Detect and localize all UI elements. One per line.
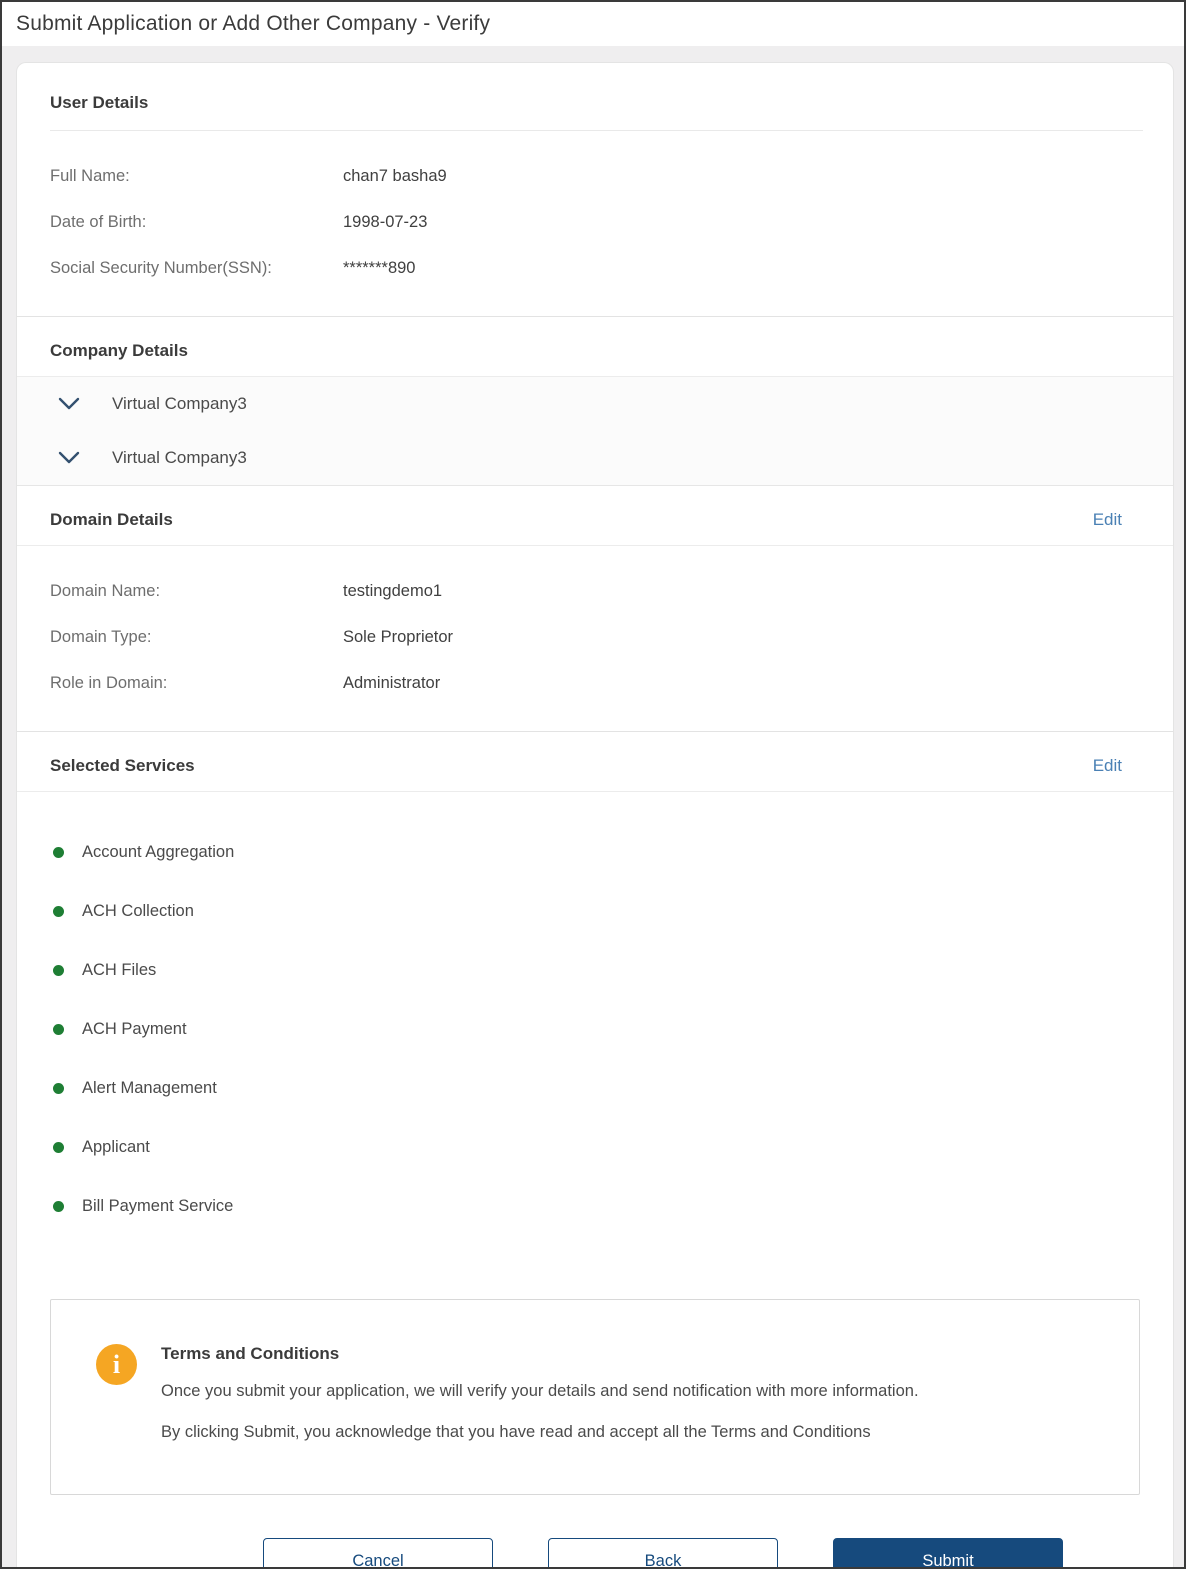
field-row-role-in-domain: Role in Domain: Administrator	[50, 674, 1140, 693]
field-label: Domain Type:	[50, 628, 152, 646]
service-item: Applicant	[53, 1138, 1140, 1157]
field-label: Social Security Number(SSN):	[50, 259, 272, 277]
service-bullet-dot	[53, 1024, 64, 1035]
cancel-button[interactable]: Cancel	[263, 1538, 493, 1567]
section-company-details: Company Details Virtual Company3 Virtual…	[17, 316, 1173, 486]
company-rows: Virtual Company3 Virtual Company3	[17, 377, 1173, 486]
field-label: Role in Domain:	[50, 674, 168, 692]
service-bullet-dot	[53, 847, 64, 858]
field-value: 1998-07-23	[343, 213, 428, 231]
terms-heading: Terms and Conditions	[161, 1344, 340, 1363]
field-label: Date of Birth:	[50, 213, 147, 231]
terms-line-2: By clicking Submit, you acknowledge that…	[161, 1423, 871, 1441]
service-label: Alert Management	[82, 1079, 217, 1097]
verify-card: User Details Full Name: chan7 basha9 Dat…	[16, 62, 1174, 1567]
company-details-heading: Company Details	[50, 341, 188, 360]
domain-details-heading: Domain Details	[50, 510, 173, 529]
field-label: Domain Name:	[50, 582, 161, 600]
company-name: Virtual Company3	[112, 448, 247, 467]
company-accordion-row[interactable]: Virtual Company3	[17, 431, 1173, 485]
domain-details-edit-link[interactable]: Edit	[1093, 510, 1122, 530]
field-row-ssn: Social Security Number(SSN): *******890	[50, 259, 1140, 278]
field-row-full-name: Full Name: chan7 basha9	[50, 167, 1140, 186]
service-label: ACH Collection	[82, 902, 194, 920]
field-label: Full Name:	[50, 167, 130, 185]
field-value: chan7 basha9	[343, 167, 447, 185]
service-label: Account Aggregation	[82, 843, 235, 861]
company-details-heading-row: Company Details	[17, 317, 1173, 376]
chevron-down-icon[interactable]	[58, 451, 80, 465]
service-item: Bill Payment Service	[53, 1197, 1140, 1216]
selected-services-heading-row: Selected Services Edit	[17, 732, 1173, 791]
action-buttons-row: Cancel Back Submit	[17, 1538, 1173, 1567]
company-accordion-row[interactable]: Virtual Company3	[17, 377, 1173, 431]
field-row-domain-name: Domain Name: testingdemo1	[50, 582, 1140, 601]
service-bullet-dot	[53, 906, 64, 917]
field-row-domain-type: Domain Type: Sole Proprietor	[50, 628, 1140, 647]
selected-services-heading: Selected Services	[50, 756, 195, 775]
service-label: Applicant	[82, 1138, 150, 1156]
section-selected-services: Selected Services Edit Account Aggregati…	[17, 731, 1173, 1258]
field-value: testingdemo1	[343, 582, 443, 600]
terms-line-1: Once you submit your application, we wil…	[161, 1382, 919, 1400]
terms-and-conditions-box: i Terms and Conditions Once you submit y…	[50, 1299, 1140, 1495]
service-item: Account Aggregation	[53, 843, 1140, 862]
field-value: Sole Proprietor	[343, 628, 454, 646]
selected-services-edit-link[interactable]: Edit	[1093, 756, 1122, 776]
field-value: Administrator	[343, 674, 441, 692]
service-label: ACH Files	[82, 961, 157, 979]
screen: Submit Application or Add Other Company …	[0, 0, 1186, 1569]
terms-content: Terms and Conditions Once you submit you…	[161, 1344, 919, 1442]
service-item: Alert Management	[53, 1079, 1140, 1098]
service-item: ACH Payment	[53, 1020, 1140, 1039]
domain-details-fields: Domain Name: testingdemo1 Domain Type: S…	[17, 546, 1173, 731]
service-label: ACH Payment	[82, 1020, 187, 1038]
domain-details-heading-row: Domain Details Edit	[17, 486, 1173, 545]
service-bullet-dot	[53, 965, 64, 976]
user-details-heading: User Details	[50, 93, 149, 112]
submit-button[interactable]: Submit	[833, 1538, 1063, 1567]
service-bullet-dot	[53, 1201, 64, 1212]
service-label: Bill Payment Service	[82, 1197, 234, 1215]
title-bar: Submit Application or Add Other Company …	[2, 2, 1184, 46]
company-name: Virtual Company3	[112, 394, 247, 413]
service-bullet-dot	[53, 1083, 64, 1094]
services-list: Account Aggregation ACH Collection ACH F…	[17, 792, 1173, 1258]
section-user-details: User Details Full Name: chan7 basha9 Dat…	[17, 93, 1173, 316]
service-item: ACH Files	[53, 961, 1140, 980]
chevron-down-icon[interactable]	[58, 397, 80, 411]
back-button[interactable]: Back	[548, 1538, 778, 1567]
service-bullet-dot	[53, 1142, 64, 1153]
user-details-fields: Full Name: chan7 basha9 Date of Birth: 1…	[17, 131, 1173, 316]
page-title: Submit Application or Add Other Company …	[16, 12, 491, 35]
section-domain-details: Domain Details Edit Domain Name: testing…	[17, 486, 1173, 731]
service-item: ACH Collection	[53, 902, 1140, 921]
field-row-date-of-birth: Date of Birth: 1998-07-23	[50, 213, 1140, 232]
info-icon: i	[96, 1344, 137, 1385]
field-value: *******890	[343, 259, 416, 277]
